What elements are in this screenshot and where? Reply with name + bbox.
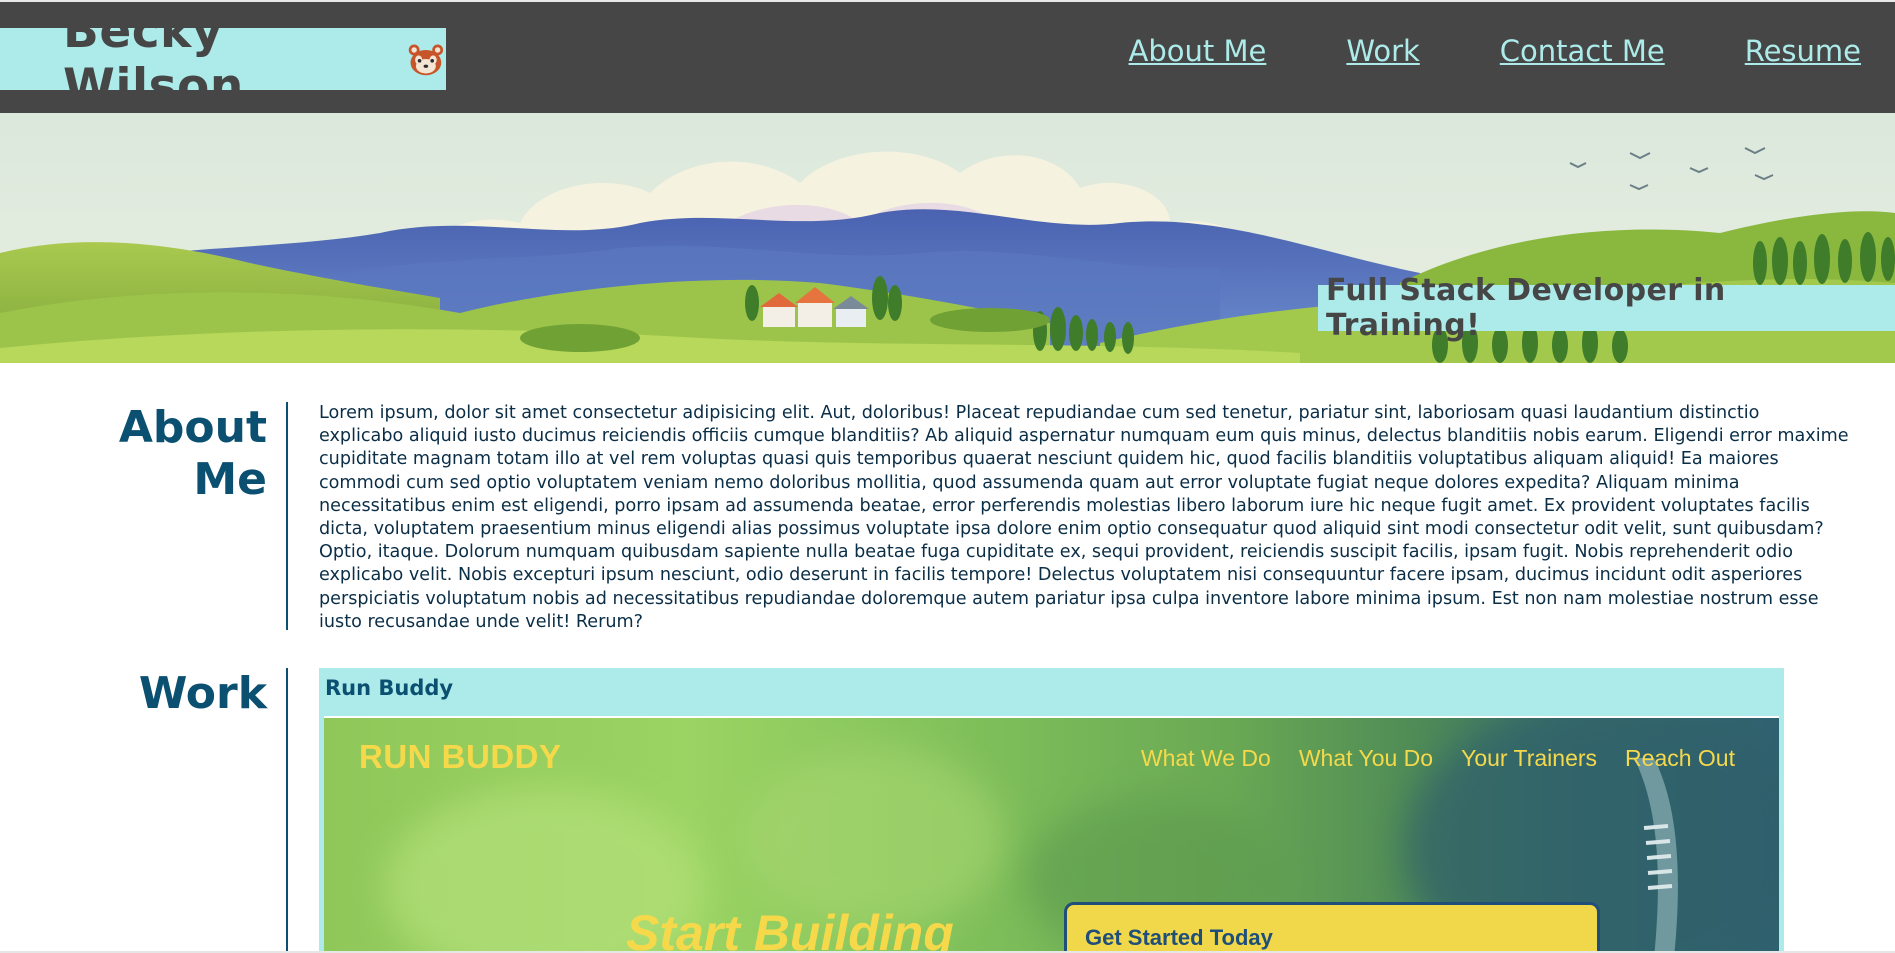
about-heading: About Me: [119, 402, 267, 506]
work-heading: Work: [138, 668, 267, 719]
work-divider: [286, 668, 288, 953]
about-heading-line1: About: [118, 402, 267, 453]
work-card-title: Run Buddy: [325, 676, 454, 700]
run-buddy-hero-text: Start Building: [626, 905, 954, 953]
work-card-run-buddy[interactable]: Run Buddy RUN BUDDY What We Do What You …: [319, 668, 1784, 953]
run-buddy-form-title: Get Started Today: [1085, 925, 1273, 950]
run-buddy-nav-item: What We Do: [1140, 745, 1271, 771]
brand[interactable]: Becky Wilson: [0, 4, 446, 114]
run-buddy-nav: What We Do What You Do Your Trainers Rea…: [1141, 745, 1735, 772]
runner-figure: [1634, 758, 1678, 953]
nav-about-me[interactable]: About Me: [1129, 34, 1267, 68]
nav-work[interactable]: Work: [1346, 34, 1419, 68]
run-buddy-nav-item: Reach Out: [1625, 745, 1735, 771]
tagline: Full Stack Developer in Training!: [1318, 273, 1895, 343]
run-buddy-nav-item: Your Trainers: [1461, 745, 1598, 771]
about-divider: [286, 402, 288, 630]
about-heading-line2: Me: [193, 454, 267, 505]
run-buddy-nav-item: What You Do: [1298, 745, 1434, 771]
main-nav: About Me Work Contact Me Resume: [1129, 34, 1861, 68]
screenshot-blur: [744, 748, 1004, 928]
about-text: Lorem ipsum, dolor sit amet consectetur …: [319, 403, 1849, 632]
nav-resume[interactable]: Resume: [1745, 34, 1861, 68]
run-buddy-logo: RUN BUDDY: [359, 738, 562, 775]
red-panda-icon: [408, 44, 444, 76]
run-buddy-screenshot[interactable]: RUN BUDDY What We Do What You Do Your Tr…: [324, 716, 1779, 953]
run-buddy-form: Get Started Today: [1064, 902, 1600, 953]
site-header: Becky Wilson About Me Work Contact Me Re…: [0, 0, 1895, 114]
nav-contact-me[interactable]: Contact Me: [1500, 34, 1665, 68]
brand-name: Becky Wilson: [63, 4, 244, 114]
